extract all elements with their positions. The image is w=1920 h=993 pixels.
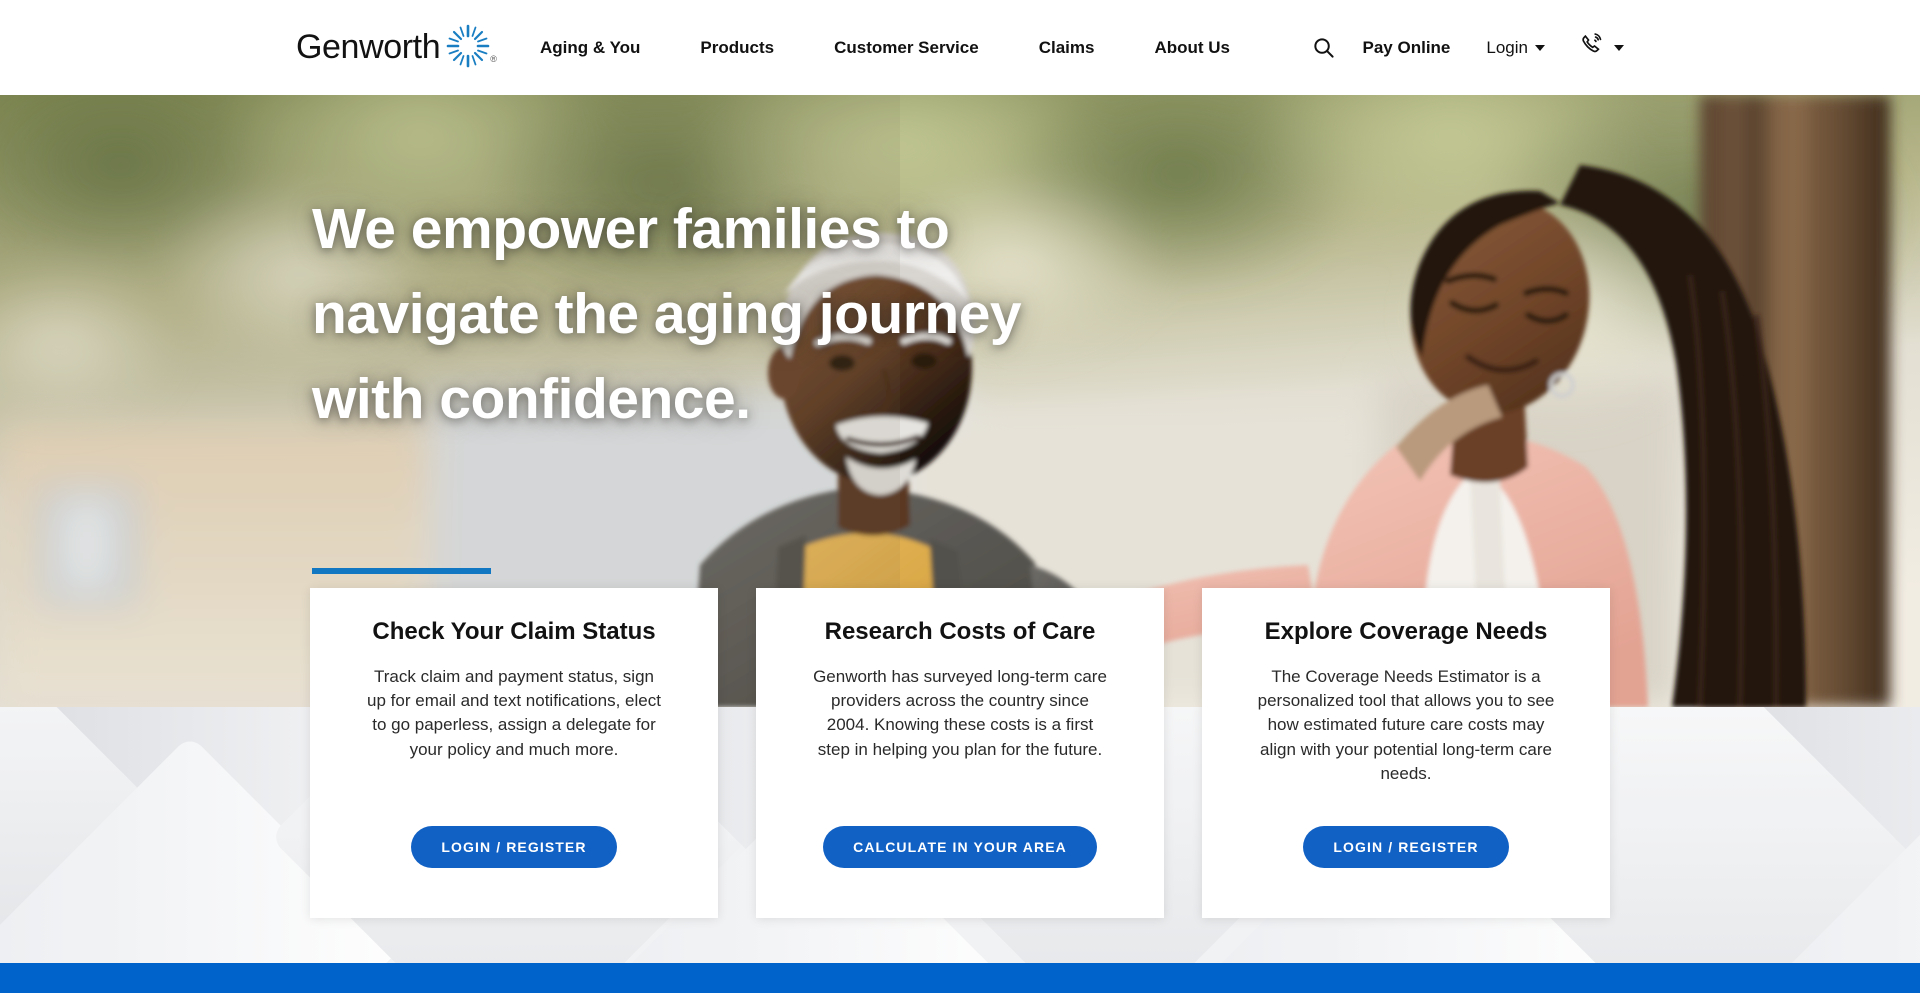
nav-item-aging-and-you[interactable]: Aging & You [540,38,640,58]
login-dropdown[interactable]: Login [1486,38,1545,58]
chevron-down-icon [1535,44,1545,51]
card-check-your-claim-status: Check Your Claim Status Track claim and … [310,588,718,918]
starburst-icon [446,24,490,68]
login-register-button-coverage[interactable]: LOGIN / REGISTER [1303,826,1509,868]
hero-headline: We empower families to navigate the agin… [312,197,1022,431]
card-title: Explore Coverage Needs [1264,618,1548,645]
feature-cards: Check Your Claim Status Track claim and … [0,588,1920,918]
header-utility-nav: Pay Online Login [1307,0,1624,95]
footer-accent-bar [0,963,1920,993]
card-title: Check Your Claim Status [372,618,656,645]
nav-item-claims[interactable]: Claims [1039,38,1095,58]
card-explore-coverage-needs: Explore Coverage Needs The Coverage Need… [1202,588,1610,918]
card-body: The Coverage Needs Estimator is a person… [1257,667,1555,783]
nav-item-products[interactable]: Products [700,38,774,58]
card-body: Genworth has surveyed long-term care pro… [813,667,1107,759]
login-label: Login [1486,37,1528,57]
calculate-in-your-area-button[interactable]: CALCULATE IN YOUR AREA [823,826,1097,868]
contact-phone-dropdown[interactable] [1579,32,1624,63]
card-body: Track claim and payment status, sign up … [367,667,661,759]
chevron-down-icon [1614,44,1624,51]
registered-trademark-mark: ® [490,54,497,64]
search-icon[interactable] [1307,31,1341,65]
card-research-costs-of-care: Research Costs of Care Genworth has surv… [756,588,1164,918]
card-title: Research Costs of Care [824,618,1096,645]
genworth-logo[interactable]: Genworth ® [296,24,497,68]
pay-online-link[interactable]: Pay Online [1363,38,1451,58]
primary-navigation: Aging & You Products Customer Service Cl… [540,0,1230,95]
login-register-button-claims[interactable]: LOGIN / REGISTER [411,826,617,868]
logo-wordmark: Genworth [296,28,441,66]
hero-accent-rule [312,568,491,574]
site-header: Genworth ® Aging & You Products Customer… [0,0,1920,95]
nav-item-customer-service[interactable]: Customer Service [834,38,979,58]
phone-ring-icon [1579,32,1605,63]
nav-item-about-us[interactable]: About Us [1154,38,1230,58]
